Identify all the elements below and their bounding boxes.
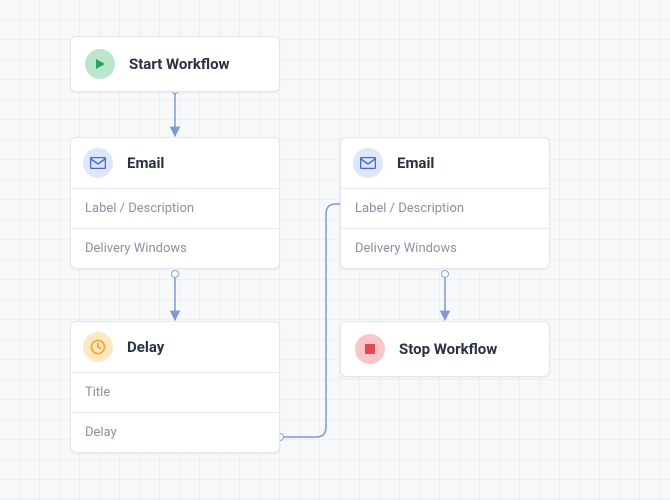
- node-email-1[interactable]: Email Label / Description Delivery Windo…: [70, 137, 280, 269]
- node-title: Start Workflow: [129, 55, 230, 73]
- node-stop[interactable]: Stop Workflow: [340, 321, 550, 377]
- clock-icon: [83, 332, 113, 362]
- node-row-title[interactable]: Title: [71, 372, 279, 412]
- mail-icon: [83, 148, 113, 178]
- connector-dot: [171, 270, 179, 278]
- node-row-delivery[interactable]: Delivery Windows: [71, 228, 279, 268]
- node-row-delivery[interactable]: Delivery Windows: [341, 228, 549, 268]
- node-email-2[interactable]: Email Label / Description Delivery Windo…: [340, 137, 550, 269]
- node-row-delay[interactable]: Delay: [71, 412, 279, 452]
- node-row-label[interactable]: Label / Description: [71, 188, 279, 228]
- play-icon: [85, 49, 115, 79]
- node-title: Email: [397, 154, 434, 172]
- node-title: Email: [127, 154, 164, 172]
- mail-icon: [353, 148, 383, 178]
- node-title: Stop Workflow: [399, 340, 497, 358]
- stop-icon: [355, 334, 385, 364]
- connector-dot: [441, 270, 449, 278]
- node-delay[interactable]: Delay Title Delay: [70, 321, 280, 453]
- node-start[interactable]: Start Workflow: [70, 36, 280, 92]
- node-title: Delay: [127, 338, 164, 356]
- node-row-label[interactable]: Label / Description: [341, 188, 549, 228]
